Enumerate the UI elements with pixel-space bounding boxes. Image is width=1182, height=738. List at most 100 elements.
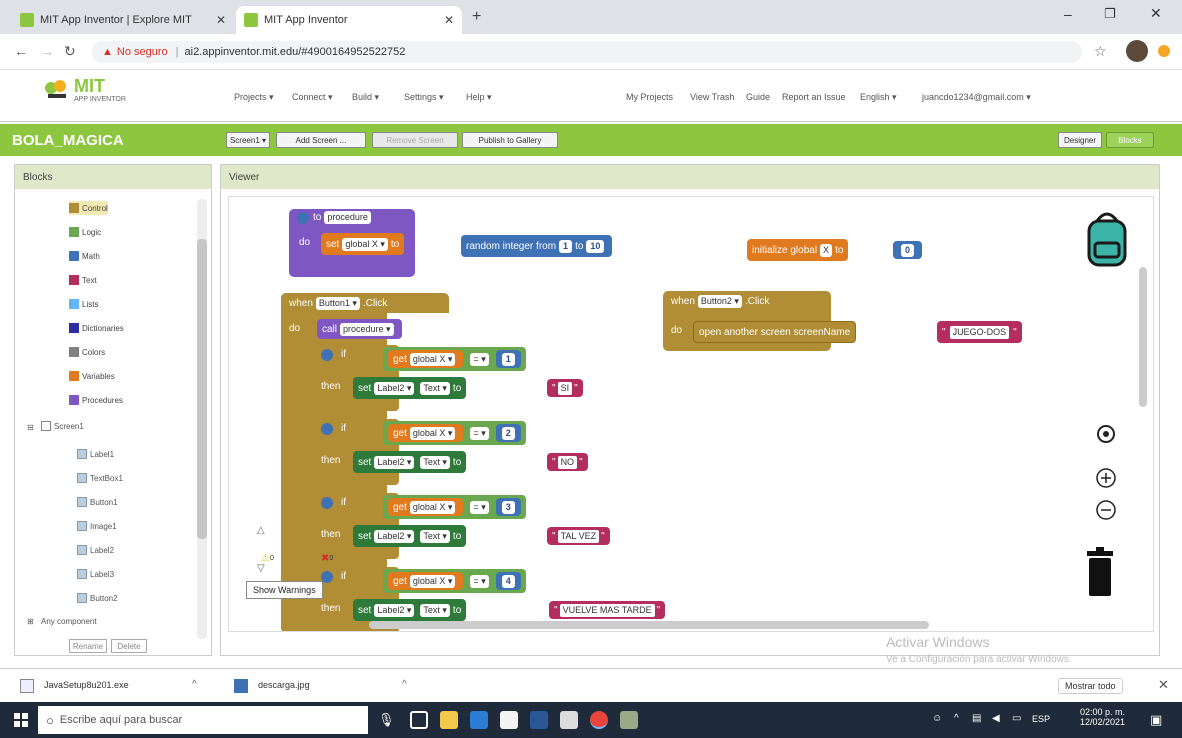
account-dropdown[interactable]: juancdo1234@gmail.com ▾	[922, 92, 1031, 103]
compare-value[interactable]: 4	[501, 574, 515, 588]
menu-settings[interactable]: Settings ▾	[404, 92, 444, 103]
number-block[interactable]: 4	[495, 572, 521, 590]
builtin-block-item[interactable]: Procedures	[69, 393, 123, 407]
text-value[interactable]: SI	[557, 381, 573, 395]
window-close-icon[interactable]: ✕	[1150, 5, 1162, 22]
center-target-icon[interactable]	[1095, 423, 1117, 445]
number-block[interactable]: 0	[893, 241, 923, 259]
blocks-scrollbar[interactable]	[197, 199, 207, 639]
compare-block[interactable]: get global X ▾ = ▾ 1	[383, 347, 526, 371]
publish-gallery-button[interactable]: Publish to Gallery	[462, 132, 558, 148]
minimize-icon[interactable]: –	[1064, 6, 1072, 22]
text-block[interactable]: " NO "	[547, 453, 588, 471]
app-icon[interactable]	[620, 711, 638, 729]
text-value[interactable]: TAL VEZ	[557, 529, 600, 543]
text-value[interactable]: VUELVE MAS TARDE	[559, 603, 655, 617]
component-dropdown[interactable]: Label2 ▾	[374, 381, 415, 395]
get-variable-block[interactable]: get global X ▾	[388, 498, 464, 516]
builtin-block-item[interactable]: Logic	[69, 225, 101, 239]
text-block[interactable]: " SI "	[547, 379, 583, 397]
screen-dropdown[interactable]: Screen1 ▾	[226, 132, 270, 148]
trash-icon[interactable]	[1085, 547, 1115, 597]
property-dropdown[interactable]: Text ▾	[420, 381, 450, 395]
component-item[interactable]: Button1	[77, 495, 118, 509]
component-item[interactable]: Button2	[77, 591, 118, 605]
volume-icon[interactable]: ◀	[992, 713, 1000, 724]
procedure-dropdown[interactable]: procedure ▾	[340, 322, 394, 336]
operator-dropdown[interactable]: = ▾	[470, 574, 489, 588]
chevron-up-icon[interactable]: ^	[192, 679, 197, 690]
number-block[interactable]: 2	[495, 424, 521, 442]
taskbar-search[interactable]: ○ Escribe aquí para buscar	[38, 706, 368, 734]
reload-icon[interactable]: ↻	[64, 43, 76, 60]
compare-value[interactable]: 2	[501, 426, 515, 440]
warning-down-arrow-icon[interactable]: ▽	[257, 563, 265, 574]
zoom-out-icon[interactable]	[1095, 499, 1117, 521]
battery-icon[interactable]: ▭	[1012, 713, 1021, 724]
text-block[interactable]: " JUEGO-DOS "	[937, 321, 1022, 343]
blocks-workspace[interactable]: to procedure do set global X ▾ to random…	[228, 196, 1154, 632]
builtin-block-item[interactable]: Control	[69, 201, 108, 215]
chevron-up-icon[interactable]: ^	[402, 679, 407, 690]
var-dropdown[interactable]: global X ▾	[409, 500, 456, 514]
link-guide[interactable]: Guide	[746, 92, 770, 102]
download-item-1[interactable]: JavaSetup8u201.exe	[44, 680, 129, 690]
component-dropdown[interactable]: Label2 ▾	[374, 603, 415, 617]
menu-connect[interactable]: Connect ▾	[292, 92, 333, 103]
language-indicator[interactable]: ESP	[1032, 714, 1050, 724]
menu-build[interactable]: Build ▾	[352, 92, 379, 103]
operator-dropdown[interactable]: = ▾	[470, 352, 489, 366]
compare-block[interactable]: get global X ▾ = ▾ 3	[383, 495, 526, 519]
download-item-2[interactable]: descarga.jpg	[258, 680, 310, 690]
compare-block[interactable]: get global X ▾ = ▾ 2	[383, 421, 526, 445]
add-screen-button[interactable]: Add Screen ...	[276, 132, 366, 148]
property-dropdown[interactable]: Text ▾	[420, 529, 450, 543]
gear-icon[interactable]	[297, 211, 309, 224]
error-indicator[interactable]: ✖ 0	[321, 551, 337, 565]
text-block[interactable]: " VUELVE MAS TARDE "	[549, 601, 666, 619]
component-item[interactable]: Label2	[77, 543, 114, 557]
forward-icon[interactable]: →	[40, 43, 54, 59]
language-dropdown[interactable]: English ▾	[860, 92, 897, 103]
expand-toggle-icon[interactable]: ⊞	[27, 617, 34, 626]
compare-block[interactable]: get global X ▾ = ▾ 4	[383, 569, 526, 593]
if-then-block[interactable]: if then get global X ▾ = ▾ 1 set Label2 ▾ Text ▾…	[313, 345, 605, 415]
builtin-block-item[interactable]: Colors	[69, 345, 105, 359]
var-dropdown[interactable]: global X ▾	[409, 352, 456, 366]
compare-value[interactable]: 1	[501, 352, 515, 366]
var-dropdown[interactable]: global X ▾	[409, 574, 456, 588]
random-min[interactable]: 1	[559, 239, 573, 253]
set-label-text-block[interactable]: set Label2 ▾ Text ▾ to	[353, 451, 467, 473]
open-screen-block[interactable]: open another screen screenName	[693, 321, 857, 343]
set-global-block[interactable]: set global X ▾ to	[321, 233, 405, 255]
store-icon[interactable]	[500, 711, 518, 729]
notifications-icon[interactable]: ▣	[1150, 712, 1162, 728]
compare-value[interactable]: 3	[501, 500, 515, 514]
gear-icon[interactable]	[321, 349, 333, 361]
clock[interactable]: 02:00 p. m. 12/02/2021	[1080, 707, 1125, 727]
operator-dropdown[interactable]: = ▾	[470, 426, 489, 440]
edge-browser-icon[interactable]	[470, 711, 488, 729]
backpack-icon[interactable]	[1083, 207, 1131, 269]
gear-icon[interactable]	[321, 571, 333, 583]
if-then-block[interactable]: if then get global X ▾ = ▾ 3 set Label2 ▾ Text ▾…	[313, 493, 610, 563]
collapse-toggle-icon[interactable]: ⊟	[27, 423, 34, 432]
screen-tree-node[interactable]: Screen1	[41, 421, 84, 431]
var-dropdown[interactable]: global X ▾	[342, 237, 388, 251]
link-report-issue[interactable]: Report an Issue	[782, 92, 846, 102]
menu-help[interactable]: Help ▾	[466, 92, 492, 103]
procedure-name-field[interactable]: procedure	[324, 211, 371, 224]
any-component-node[interactable]: Any component	[41, 617, 97, 626]
chrome-icon[interactable]	[590, 711, 608, 729]
component-dropdown[interactable]: Label2 ▾	[374, 455, 415, 469]
call-procedure-block[interactable]: call procedure ▾	[317, 319, 402, 339]
set-label-text-block[interactable]: set Label2 ▾ Text ▾ to	[353, 599, 467, 621]
builtin-block-item[interactable]: Math	[69, 249, 100, 263]
workspace-scrollbar-v[interactable]	[1139, 267, 1147, 407]
delete-button[interactable]: Delete	[111, 639, 147, 653]
component-item[interactable]: Image1	[77, 519, 117, 533]
operator-dropdown[interactable]: = ▾	[470, 500, 489, 514]
gear-icon[interactable]	[321, 423, 333, 435]
var-dropdown[interactable]: global X ▾	[409, 426, 456, 440]
back-icon[interactable]: ←	[14, 43, 28, 59]
